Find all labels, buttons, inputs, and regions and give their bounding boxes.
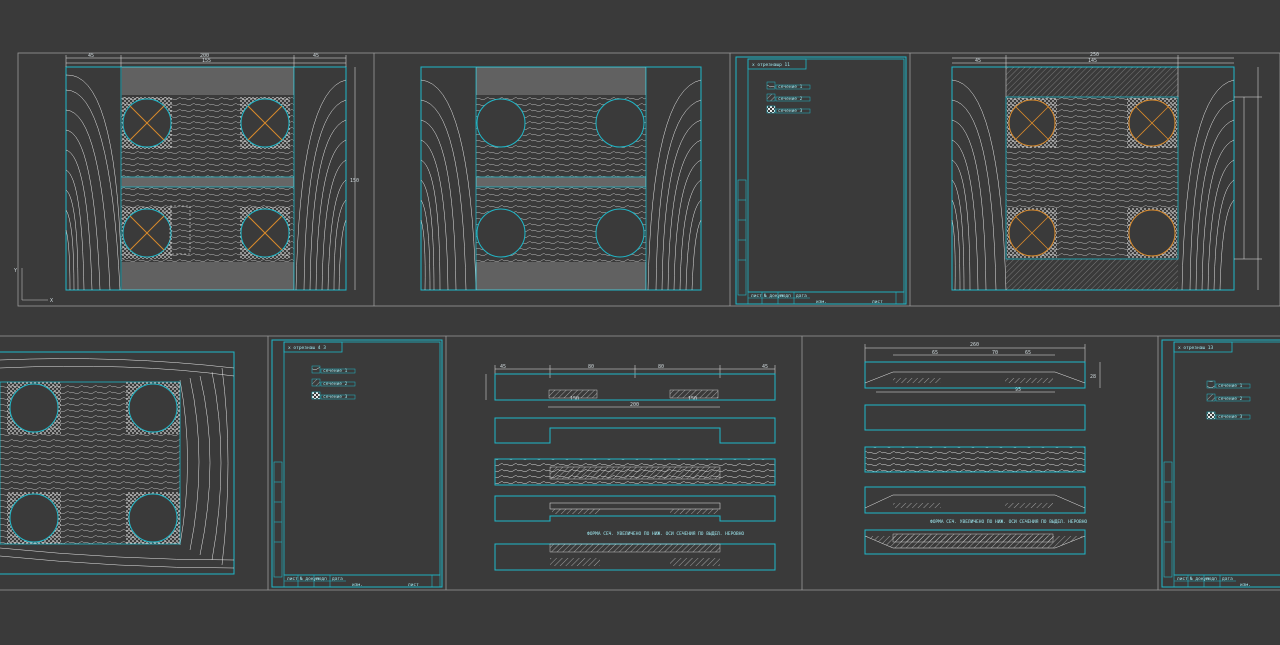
legend-item-3: сечение 3 [778, 108, 803, 114]
sheet-6-title-page[interactable]: х отрезнаш 4 3 сечение 1 сечение 2 сечен… [271, 339, 443, 588]
ucs-y-label: Y [14, 268, 17, 274]
hole-bottom-right[interactable] [595, 208, 645, 258]
hatch-right-arcs [647, 79, 702, 291]
legend: сечение 1 сечение 2 сечение 3 [1206, 380, 1251, 420]
ucs-x-label: X [50, 298, 53, 304]
tb-bottom-1: изм. [352, 583, 363, 588]
section-3[interactable] [864, 446, 1086, 473]
sheet-7-sections[interactable]: 45 80 80 45 200 150 150 ФОРМА СЕЧ. УВЕЛИ… [485, 364, 776, 571]
side-stamp [737, 179, 747, 296]
sheet-stamp-title: х отрезнаш 4 3 [288, 345, 326, 351]
tb-col-3: подп [316, 577, 327, 582]
dim-3: 70 [992, 350, 998, 356]
tb-bottom-1: изм. [816, 300, 827, 305]
hatch-left-arcs [420, 79, 477, 291]
legend-item-1: сечение 1 [778, 84, 803, 90]
hole-top-right[interactable] [595, 98, 645, 148]
pocket-bottom-right[interactable] [1127, 208, 1177, 258]
hole-top-right[interactable] [128, 383, 178, 433]
section-2[interactable] [494, 417, 776, 444]
section-note: ФОРМА СЕЧ. УВЕЛИЧЕНО ПО НИЖ. ОСИ СЕЧЕНИЯ… [930, 519, 1087, 525]
side-stamp [273, 461, 283, 578]
sheet-5-plan-view[interactable] [0, 351, 235, 575]
dimension-lines [485, 365, 776, 408]
sheet-3-title-page[interactable]: х отрезнашр 11 сечение 1 сечение 2 сечен… [735, 56, 907, 305]
dim-left: 45 [88, 53, 94, 59]
hole-top-left[interactable] [476, 98, 526, 148]
dim-2: 65 [932, 350, 938, 356]
hole-top-left[interactable] [9, 383, 59, 433]
dim-right: 45 [313, 53, 319, 59]
pocket-top-right[interactable] [240, 97, 290, 149]
tb-col-4: дата [332, 577, 343, 582]
sheet-4-plan-view[interactable]: 250 145 45 [951, 52, 1262, 291]
legend-item-1: сечение 1 [323, 368, 348, 374]
legend-item-2: сечение 2 [778, 96, 803, 102]
legend-item-3: сечение 3 [1218, 414, 1243, 420]
tb-col-4: дата [1222, 577, 1233, 582]
dim-5: 200 [630, 402, 639, 408]
ucs-icon: X Y [14, 268, 53, 304]
pocket-top-left[interactable] [1007, 98, 1057, 148]
sheet-stamp-title: х отрезнаш 13 [1178, 345, 1214, 351]
sheet-9-title-page[interactable]: х отрезнаш 13 сечение 1 сечение 2 сечени… [1161, 339, 1280, 588]
dim-left: 45 [975, 58, 981, 64]
hole-bottom-left[interactable] [9, 493, 59, 543]
dim-5: 28 [1090, 374, 1096, 380]
tb-bottom-2: лист [408, 583, 419, 588]
dim-4: 45 [762, 364, 768, 370]
tb-col-3: подп [1206, 577, 1217, 582]
dim-1: 45 [500, 364, 506, 370]
dim-1: 260 [970, 342, 979, 348]
tb-col-3: подп [780, 294, 791, 299]
hatch-right-arcs [1181, 79, 1235, 291]
dim-2: 80 [588, 364, 594, 370]
legend-item-1: сечение 1 [1218, 383, 1243, 389]
dim-height: 150 [350, 178, 359, 184]
sheet-8-sections[interactable]: 260 65 70 65 28 95 ФОРМА СЕЧ. УВЕЛИЧЕНО … [864, 342, 1101, 555]
hole-bottom-left[interactable] [476, 208, 526, 258]
side-stamp [1163, 461, 1173, 578]
dim-inner: 145 [1088, 58, 1097, 64]
tb-col-4: дата [796, 294, 807, 299]
section-4[interactable] [494, 495, 776, 522]
pocket-bottom-left[interactable] [1007, 208, 1057, 258]
tb-bottom-2: лист [872, 300, 883, 305]
section-4[interactable] [864, 486, 1086, 514]
hatch-left-arcs [65, 74, 122, 291]
dim-inner: 155 [202, 58, 211, 64]
section-note: ФОРМА СЕЧ. УВЕЛИЧЕНО ПО НИЖ. ОСИ СЕЧЕНИЯ… [587, 531, 744, 537]
legend-item-2: сечение 2 [323, 381, 348, 387]
drawing-canvas[interactable]: 45 200 45 155 150 X Y х отрезнашр 11 сеч… [0, 0, 1280, 645]
pocket-bottom-right[interactable] [240, 207, 290, 259]
hatch-left-arcs [951, 79, 1007, 291]
sheet-1-plan-view[interactable]: 45 200 45 155 150 [65, 53, 359, 291]
tb-col-1: лист [287, 577, 298, 582]
section-2[interactable] [864, 404, 1086, 431]
hole-bottom-right[interactable] [128, 493, 178, 543]
section-1[interactable] [864, 361, 1086, 389]
hatch-right-arcs [295, 79, 347, 291]
dim-3: 80 [658, 364, 664, 370]
tb-col-1: лист [1177, 577, 1188, 582]
sheet-2-plan-view[interactable] [420, 66, 702, 291]
tb-bottom-1: изм. [1240, 583, 1251, 588]
pocket-top-left[interactable] [122, 97, 172, 149]
legend: сечение 1 сечение 2 сечение 3 [311, 365, 356, 400]
legend-item-3: сечение 3 [323, 394, 348, 400]
sheet-stamp-title: х отрезнашр 11 [752, 62, 790, 68]
pocket-top-right[interactable] [1127, 98, 1177, 148]
dimension-lines [864, 344, 1101, 393]
legend: сечение 1 сечение 2 сечение 3 [766, 81, 811, 114]
tb-col-1: лист [751, 294, 762, 299]
dim-4: 65 [1025, 350, 1031, 356]
legend-item-2: сечение 2 [1218, 396, 1243, 402]
